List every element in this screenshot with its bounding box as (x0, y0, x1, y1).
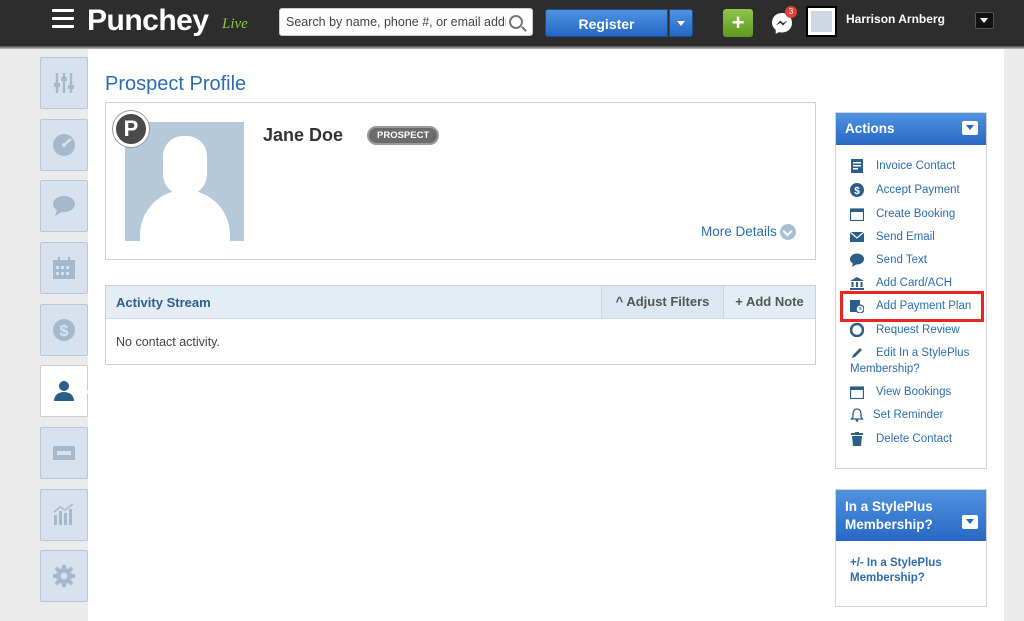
user-menu-dropdown-button[interactable] (975, 12, 994, 29)
action-set-reminder[interactable]: Set Reminder (850, 407, 943, 423)
more-details-link[interactable]: More Details (701, 224, 777, 239)
sidebar-item-reports[interactable] (40, 489, 88, 541)
dollar-icon: $ (53, 319, 75, 341)
message-count-badge: 3 (785, 6, 797, 18)
sidebar-item-calendar[interactable] (40, 242, 88, 294)
action-delete-contact[interactable]: Delete Contact (850, 431, 952, 447)
sidebar-item-tickets[interactable] (40, 427, 88, 479)
actions-panel-title: Actions (845, 121, 895, 136)
add-payment-plan-highlight (840, 291, 984, 322)
gear-icon (53, 565, 75, 587)
add-button[interactable]: + (723, 9, 753, 37)
chat-icon (53, 196, 75, 216)
sliders-icon (54, 73, 74, 93)
sidebar-item-payments[interactable]: $ (40, 304, 88, 356)
actions-panel-header: Actions (836, 113, 986, 145)
prospect-letter-badge: P (113, 111, 149, 147)
invoice-icon (851, 159, 863, 173)
logo[interactable]: Punchey (87, 4, 209, 38)
register-button[interactable]: Register (545, 9, 668, 37)
search-input[interactable] (280, 9, 512, 35)
action-send-email[interactable]: Send Email (850, 229, 935, 245)
logo-live-label: Live (222, 16, 248, 32)
envelope-icon (850, 231, 864, 242)
empty-activity-text: No contact activity. (116, 335, 220, 349)
gauge-icon (53, 134, 75, 156)
action-create-booking[interactable]: Create Booking (850, 206, 955, 222)
membership-panel: In a StylePlus Membership? (835, 489, 987, 607)
register-dropdown-button[interactable] (669, 9, 693, 37)
action-add-card-ach[interactable]: Add Card/ACH (850, 275, 952, 291)
user-name[interactable]: Harrison Arnberg (846, 12, 945, 26)
text-bubble-icon (850, 253, 864, 267)
trash-icon (851, 432, 863, 446)
action-view-bookings[interactable]: View Bookings (850, 384, 951, 400)
sidebar-item-settings-sliders[interactable] (40, 57, 88, 109)
person-icon (54, 381, 74, 401)
bar-chart-icon (53, 503, 74, 525)
add-note-button[interactable]: + Add Note (723, 286, 815, 318)
action-edit-styleplus-membership[interactable]: Edit In a StylePlus Membership? (850, 345, 980, 377)
sidebar-item-messages[interactable] (40, 180, 88, 232)
action-request-review[interactable]: Request Review (850, 322, 960, 338)
actions-dropdown-button[interactable] (962, 121, 978, 135)
bell-icon (850, 408, 864, 422)
sidebar-item-settings[interactable] (40, 550, 88, 602)
calendar-icon (850, 386, 864, 399)
search-box (279, 8, 533, 36)
review-icon (850, 323, 864, 337)
ticket-icon (53, 446, 75, 460)
calendar-icon (53, 257, 75, 279)
user-avatar[interactable] (806, 6, 837, 37)
action-accept-payment[interactable]: $ Accept Payment (850, 182, 960, 198)
action-invoice-contact[interactable]: Invoice Contact (850, 158, 955, 174)
hamburger-menu-icon[interactable] (52, 9, 74, 29)
search-icon[interactable] (509, 15, 523, 29)
sidebar-item-dashboard[interactable] (40, 119, 88, 171)
membership-panel-header: In a StylePlus Membership? (836, 490, 986, 541)
contact-name: Jane Doe (263, 125, 344, 145)
styleplus-membership-link[interactable]: +/- In a StylePlus Membership? (850, 556, 970, 586)
svg-text:$: $ (60, 323, 69, 340)
bank-icon (850, 277, 864, 290)
chevron-down-icon[interactable] (780, 224, 796, 240)
activity-stream-panel: Activity Stream ^ Adjust Filters + Add N… (105, 285, 816, 365)
calendar-icon (850, 208, 864, 221)
dollar-circle-icon: $ (850, 183, 864, 197)
top-bar: Punchey Live Register + 3 Harrison Arnbe… (0, 0, 1024, 49)
status-badge: PROSPECT (367, 126, 440, 145)
action-send-text[interactable]: Send Text (850, 252, 927, 268)
sidebar-item-contacts[interactable] (40, 365, 88, 417)
activity-stream-title: Activity Stream (116, 295, 211, 310)
membership-dropdown-button[interactable] (962, 515, 978, 529)
adjust-filters-button[interactable]: ^ Adjust Filters (601, 286, 723, 318)
page-title: Prospect Profile (105, 73, 247, 95)
svg-text:$: $ (854, 186, 860, 197)
membership-panel-title: In a StylePlus Membership? (845, 499, 933, 532)
activity-stream-header: Activity Stream ^ Adjust Filters + Add N… (106, 286, 815, 319)
pencil-icon (852, 348, 862, 358)
